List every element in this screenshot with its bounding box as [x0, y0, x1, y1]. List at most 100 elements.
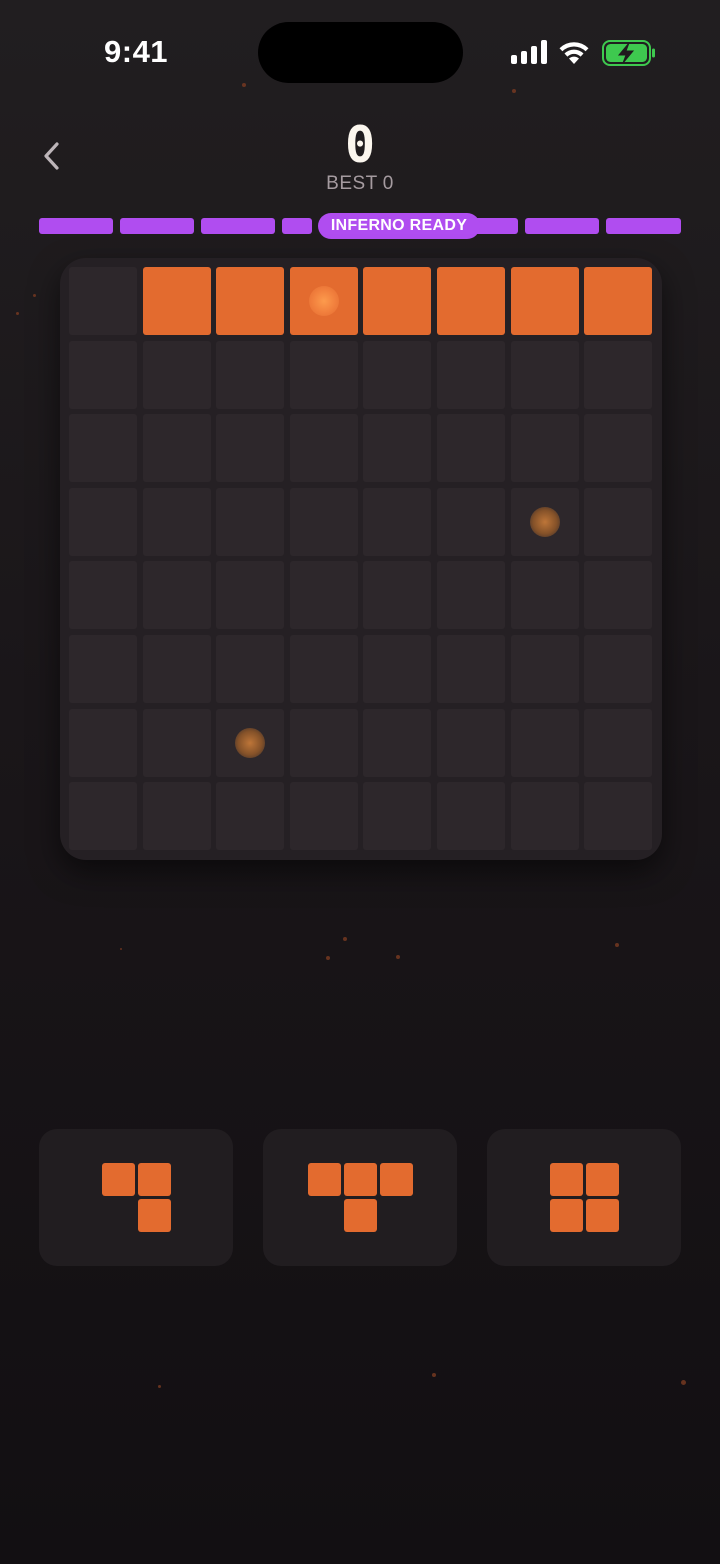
ember-glow-icon	[309, 286, 339, 316]
board-cell-empty[interactable]	[511, 561, 579, 629]
board-cell-empty[interactable]	[290, 782, 358, 850]
progress-segment	[606, 218, 681, 234]
status-time: 9:41	[104, 34, 169, 69]
best-label: BEST	[326, 173, 378, 194]
board-cell-empty[interactable]	[437, 782, 505, 850]
board-cell-filled[interactable]	[363, 267, 431, 335]
board-cell-filled[interactable]	[143, 267, 211, 335]
board-cell-empty[interactable]	[69, 267, 137, 335]
piece-block	[344, 1163, 377, 1196]
board-cell-empty[interactable]	[290, 709, 358, 777]
board-cell-empty[interactable]	[511, 782, 579, 850]
board-cell-empty[interactable]	[216, 488, 284, 556]
board-cell-empty[interactable]	[437, 709, 505, 777]
board-cell-empty[interactable]	[143, 488, 211, 556]
board-cell-empty[interactable]	[584, 709, 652, 777]
piece-block	[550, 1163, 583, 1196]
inferno-progress-bar: INFERNO READY	[39, 213, 681, 239]
board-cell-empty[interactable]	[143, 561, 211, 629]
board-cell-empty[interactable]	[584, 488, 652, 556]
board-cell-empty[interactable]	[143, 414, 211, 482]
board-cell-filled[interactable]	[290, 267, 358, 335]
board-cell-empty[interactable]	[216, 561, 284, 629]
best-score: BEST 0	[0, 173, 720, 195]
progress-segment	[525, 218, 599, 234]
board-cell-empty[interactable]	[143, 782, 211, 850]
board-cell-empty[interactable]	[290, 414, 358, 482]
ember-particle	[396, 955, 400, 959]
best-value: 0	[382, 173, 394, 194]
ember-particle	[158, 1385, 161, 1388]
piece-block	[586, 1199, 619, 1232]
ember-particle	[681, 1380, 686, 1385]
board-cell-empty[interactable]	[216, 782, 284, 850]
board-cell-empty[interactable]	[437, 341, 505, 409]
board-cell-empty[interactable]	[69, 414, 137, 482]
ember-particle	[512, 89, 516, 93]
ember-particle	[343, 937, 347, 941]
piece-block	[138, 1199, 171, 1232]
board-cell-empty[interactable]	[511, 709, 579, 777]
board-cell-empty[interactable]	[290, 488, 358, 556]
board-cell-empty[interactable]	[143, 635, 211, 703]
battery-charging-icon	[602, 40, 655, 66]
board-cell-empty[interactable]	[437, 488, 505, 556]
board-cell-empty[interactable]	[363, 488, 431, 556]
board-cell-empty[interactable]	[363, 414, 431, 482]
ember-glow-icon	[235, 728, 265, 758]
board-cell-empty[interactable]	[437, 635, 505, 703]
ember-particle	[615, 943, 619, 947]
board-cell-empty[interactable]	[584, 561, 652, 629]
board-cell-filled[interactable]	[511, 267, 579, 335]
dynamic-island	[258, 22, 463, 83]
ember-particle	[33, 294, 36, 297]
wifi-icon	[559, 42, 589, 64]
board-cell-empty[interactable]	[290, 561, 358, 629]
piece-block	[550, 1199, 583, 1232]
ember-particle	[16, 312, 19, 315]
score-value: 0	[344, 116, 376, 174]
board-cell-empty[interactable]	[363, 782, 431, 850]
board-cell-empty[interactable]	[511, 635, 579, 703]
board-cell-empty[interactable]	[363, 561, 431, 629]
board-cell-filled[interactable]	[584, 267, 652, 335]
board-cell-empty[interactable]	[437, 414, 505, 482]
board-cell-empty[interactable]	[69, 709, 137, 777]
board-cell-empty[interactable]	[216, 341, 284, 409]
cellular-signal-icon	[511, 40, 547, 64]
board-cell-filled[interactable]	[216, 267, 284, 335]
board-cell-empty[interactable]	[290, 341, 358, 409]
ember-particle	[432, 1373, 436, 1377]
board-cell-empty[interactable]	[584, 341, 652, 409]
board-cell-empty[interactable]	[216, 709, 284, 777]
board-cell-empty[interactable]	[584, 414, 652, 482]
board-cell-empty[interactable]	[511, 341, 579, 409]
piece-slot-2[interactable]	[263, 1129, 457, 1266]
board-cell-empty[interactable]	[143, 341, 211, 409]
board-cell-empty[interactable]	[216, 635, 284, 703]
piece-slot-1[interactable]	[39, 1129, 233, 1266]
board-cell-empty[interactable]	[216, 414, 284, 482]
game-board[interactable]	[60, 258, 662, 860]
board-cell-empty[interactable]	[584, 782, 652, 850]
board-cell-empty[interactable]	[363, 709, 431, 777]
board-cell-empty[interactable]	[511, 414, 579, 482]
board-cell-empty[interactable]	[584, 635, 652, 703]
board-cell-empty[interactable]	[143, 709, 211, 777]
board-cell-empty[interactable]	[69, 782, 137, 850]
ember-particle	[326, 956, 330, 960]
board-cell-empty[interactable]	[511, 488, 579, 556]
board-cell-empty[interactable]	[363, 341, 431, 409]
board-cell-empty[interactable]	[69, 488, 137, 556]
board-cell-empty[interactable]	[69, 561, 137, 629]
board-cell-empty[interactable]	[69, 341, 137, 409]
ember-glow-icon	[530, 507, 560, 537]
piece-block	[586, 1163, 619, 1196]
board-cell-empty[interactable]	[69, 635, 137, 703]
piece-slot-3[interactable]	[487, 1129, 681, 1266]
board-cell-empty[interactable]	[290, 635, 358, 703]
board-cell-filled[interactable]	[437, 267, 505, 335]
board-cell-empty[interactable]	[363, 635, 431, 703]
progress-segment	[201, 218, 275, 234]
board-cell-empty[interactable]	[437, 561, 505, 629]
